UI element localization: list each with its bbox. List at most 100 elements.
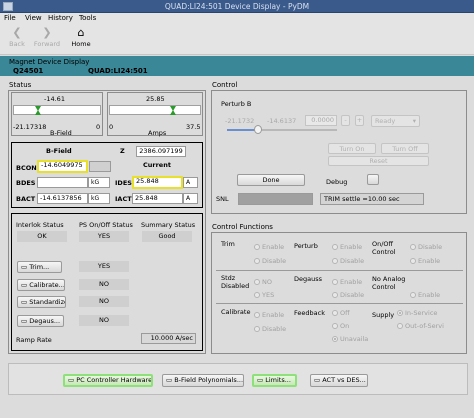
turn-on-button[interactable]: Turn On <box>328 143 376 154</box>
feedback-unavail-radio[interactable]: Unavaila <box>332 335 368 343</box>
supply-outservice-radio[interactable]: Out-of-Servi <box>397 322 444 330</box>
degauss-button-label: Degaus... <box>29 317 61 325</box>
home-button[interactable]: ⌂ Home <box>69 26 93 49</box>
home-icon: ⌂ <box>77 26 85 39</box>
bfield-heading: B-Field <box>46 147 72 155</box>
done-button[interactable]: Done <box>237 174 305 186</box>
calibrate-disable-radio[interactable]: Disable <box>254 325 286 333</box>
onoff-disable-radio[interactable]: Disable <box>410 243 442 251</box>
back-button[interactable]: ❮ Back <box>6 27 28 49</box>
calibrate-disable-label: Disable <box>262 325 287 333</box>
calibrate-button[interactable]: ▭ Calibrate... <box>17 279 65 291</box>
supply-outservice-label: Out-of-Servi <box>405 322 444 330</box>
perturb-slider-handle[interactable] <box>254 125 262 134</box>
status-select-value: Ready <box>375 117 396 125</box>
stdz-no-label: NO <box>262 278 272 286</box>
feedback-func-label: Feedback <box>294 309 325 317</box>
ps-status: YES <box>79 231 129 242</box>
perturb-plus-button[interactable]: + <box>355 115 364 126</box>
forward-button[interactable]: ❯ Forward <box>30 26 64 49</box>
radio-icon <box>397 323 403 329</box>
ides-field[interactable]: 25.848 <box>132 176 183 189</box>
feedback-on-radio[interactable]: On <box>332 322 349 330</box>
noanalog-enable-radio[interactable]: Enable <box>410 291 440 299</box>
radio-icon <box>332 244 338 250</box>
perturb-label: Perturb B <box>221 100 252 108</box>
window-icon: ▭ <box>68 376 77 384</box>
bdes-field[interactable]: -14.6137 <box>37 177 88 188</box>
degauss-button[interactable]: ▭ Degaus... <box>17 315 64 327</box>
trim-enable-radio[interactable]: Enable <box>254 243 284 251</box>
onoff-enable-radio[interactable]: Enable <box>410 257 440 265</box>
ramp-rate-label: Ramp Rate <box>16 336 52 344</box>
bfield-gauge: -14.61 -21.17318 0 B-Field <box>11 92 103 137</box>
menu-view[interactable]: View <box>25 14 42 22</box>
stdz-yes-label: YES <box>262 291 275 299</box>
supply-inservice-radio[interactable]: In-Service <box>397 309 437 317</box>
functions-section-title: Control Functions <box>212 223 273 231</box>
menu-tools[interactable]: Tools <box>79 14 96 22</box>
perturb-minus-button[interactable]: - <box>341 115 350 126</box>
perturb-enable-radio[interactable]: Enable <box>332 243 362 251</box>
perturb-input[interactable]: 0.0000 <box>305 115 337 126</box>
act-vs-des-button[interactable]: ▭ ACT vs DES... <box>310 374 368 387</box>
standardize-button[interactable]: ▭ Standardize <box>17 296 66 308</box>
arrow-right-icon: ❯ <box>42 26 52 39</box>
act-vs-des-label: ACT vs DES... <box>322 376 366 384</box>
radio-icon <box>254 279 260 285</box>
stdz-func-label: Stdz Disabled <box>221 274 250 290</box>
trim-disable-label: Disable <box>262 257 287 265</box>
window-icon: ▭ <box>314 376 323 384</box>
summary-label: Summary Status <box>141 221 196 229</box>
turn-off-button[interactable]: Turn Off <box>381 143 429 154</box>
bfield-gauge-scale <box>13 105 101 115</box>
degauss-disable-radio[interactable]: Disable <box>332 291 364 299</box>
standardize-icon: ▭ <box>21 298 30 306</box>
current-heading: Current <box>143 161 171 169</box>
perturb-disable-radio[interactable]: Disable <box>332 257 364 265</box>
onoff-func-label: On/Off Control <box>372 240 396 256</box>
radio-icon <box>254 244 260 250</box>
ides-label: IDES <box>115 179 132 187</box>
iact-field: 25.848 <box>132 193 183 204</box>
debug-toggle[interactable] <box>367 174 379 185</box>
degauss-disable-label: Disable <box>340 291 365 299</box>
iact-label: IACT <box>115 195 132 203</box>
radio-icon <box>332 323 338 329</box>
trim-func-label: Trim <box>221 240 235 248</box>
amps-gauge-label: Amps <box>148 129 167 137</box>
perturb-func-label: Perturb <box>294 242 318 250</box>
control-section-title: Control <box>212 81 238 89</box>
perturb-min: -21.1732 <box>225 117 255 125</box>
calibrate-enable-label: Enable <box>262 311 285 319</box>
perturb-enable-label: Enable <box>340 243 363 251</box>
interlock-status: OK <box>17 231 67 242</box>
trim-disable-radio[interactable]: Disable <box>254 257 286 265</box>
stdz-yes-radio[interactable]: YES <box>254 291 274 299</box>
feedback-off-radio[interactable]: Off <box>332 309 350 317</box>
status-select[interactable]: Ready ▾ <box>371 115 420 127</box>
stdz-no-radio[interactable]: NO <box>254 278 272 286</box>
bfield-polynomials-button[interactable]: ▭ B-Field Polynomials... <box>162 374 244 387</box>
pc-controller-button[interactable]: ▭ PC Controller Hardware... <box>63 374 153 387</box>
toolbar: ❮ Back ❯ Forward ⌂ Home <box>0 24 474 55</box>
radio-icon <box>254 292 260 298</box>
menu-history[interactable]: History <box>48 14 73 22</box>
bcon-unit <box>89 161 111 172</box>
summary-status: Good <box>142 231 192 242</box>
bcon-field[interactable]: -14.6049975 <box>37 160 88 173</box>
window-title: QUAD:LI24:501 Device Display - PyDM <box>164 2 310 11</box>
limits-label: Limits... <box>265 376 291 384</box>
perturb-current: -14.6137 <box>267 117 297 125</box>
feedback-unavail-label: Unavaila <box>340 335 369 343</box>
degauss-enable-radio[interactable]: Enable <box>332 278 362 286</box>
noanalog-func-label: No Analog Control <box>372 275 406 291</box>
limits-button[interactable]: ▭ Limits... <box>252 374 297 387</box>
menu-file[interactable]: File <box>4 14 16 22</box>
trim-enable-label: Enable <box>262 243 285 251</box>
menu-bar: File View History Tools <box>0 13 474 24</box>
reset-button[interactable]: Reset <box>328 156 429 166</box>
trim-button[interactable]: ▭ Trim... <box>17 261 62 273</box>
calibrate-enable-radio[interactable]: Enable <box>254 311 284 319</box>
degauss-icon: ▭ <box>21 317 30 325</box>
